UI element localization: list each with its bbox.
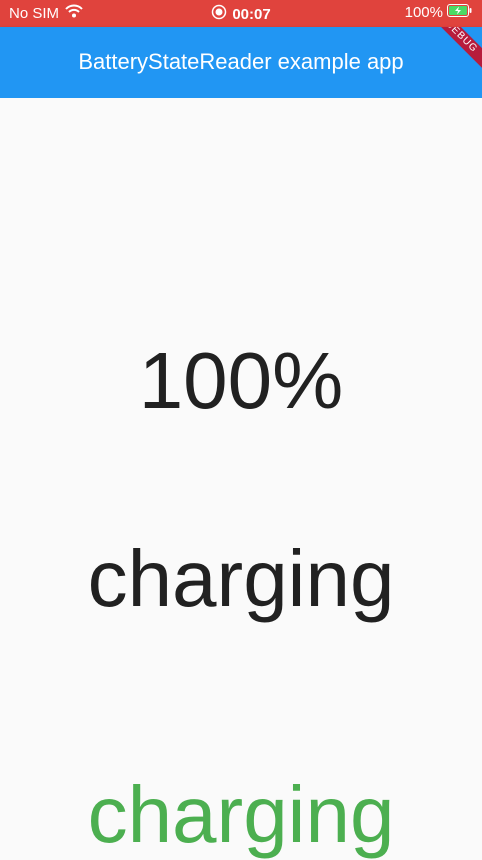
page-title: BatteryStateReader example app (78, 49, 404, 74)
battery-state-text: charging (87, 534, 395, 623)
battery-percent: 100% (404, 4, 443, 21)
main-content: 100% charging charging (0, 98, 482, 859)
status-bar: No SIM 00:07 100% (0, 0, 482, 27)
battery-charging-icon (447, 4, 472, 21)
battery-state-colored-text: charging (87, 770, 395, 859)
status-right: 100% (405, 4, 472, 21)
battery-level-text: 100% (138, 336, 344, 425)
app-bar: BatteryStateReader example app DEBUG (0, 27, 482, 98)
clock: 00:07 (232, 5, 271, 23)
record-icon (211, 4, 227, 24)
